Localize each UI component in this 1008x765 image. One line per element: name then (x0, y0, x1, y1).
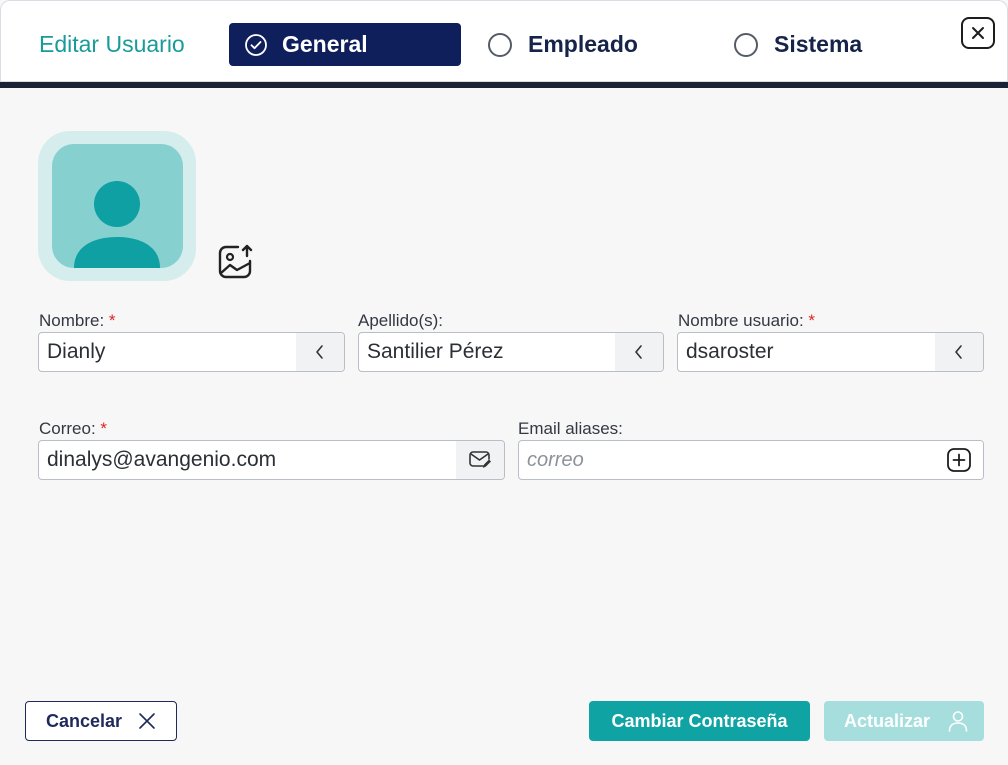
required-mark: * (100, 419, 108, 438)
aliases-label: Email aliases: (518, 419, 623, 439)
close-icon (972, 27, 984, 39)
check-circle-icon (245, 33, 267, 56)
required-mark: * (808, 311, 816, 330)
avatar (52, 144, 183, 268)
change-password-label: Cambiar Contraseña (611, 710, 788, 731)
tab-general[interactable]: General (229, 23, 461, 66)
chevron-left-icon (316, 345, 323, 359)
correo-label: Correo: * (39, 419, 107, 439)
radio-circle-icon (734, 32, 758, 57)
plus-square-icon (947, 448, 971, 472)
correo-addon-button[interactable] (456, 441, 504, 479)
required-mark: * (108, 311, 116, 330)
image-upload-icon[interactable] (216, 243, 256, 281)
usuario-field[interactable]: dsaroster (677, 332, 984, 372)
dialog-header: Editar Usuario General Empleado Sistema (0, 0, 1008, 88)
aliases-label-text: Email aliases: (518, 419, 623, 438)
change-password-button[interactable]: Cambiar Contraseña (589, 701, 810, 741)
chevron-left-icon (955, 345, 962, 359)
apellidos-field[interactable]: Santilier Pérez (358, 332, 664, 372)
close-button[interactable] (961, 17, 995, 49)
aliases-field[interactable]: correo (518, 440, 984, 480)
update-button[interactable]: Actualizar (824, 701, 984, 741)
mail-edit-icon (469, 451, 491, 468)
tab-label: General (282, 31, 368, 57)
tab-sistema[interactable]: Sistema (734, 23, 862, 66)
update-label: Actualizar (843, 710, 931, 731)
nombre-addon-button[interactable] (296, 333, 344, 371)
correo-field[interactable]: dinalys@avangenio.com (38, 440, 505, 480)
apellidos-label-text: Apellido(s): (358, 311, 444, 330)
aliases-placeholder[interactable]: correo (519, 449, 935, 472)
nombre-label: Nombre: * (39, 311, 116, 331)
usuario-value[interactable]: dsaroster (678, 340, 935, 364)
user-silhouette-icon (74, 181, 160, 268)
radio-circle-icon (488, 32, 512, 57)
nombre-value[interactable]: Dianly (39, 340, 296, 364)
tab-empleado[interactable]: Empleado (488, 23, 638, 66)
usuario-addon-button[interactable] (935, 333, 983, 371)
correo-value[interactable]: dinalys@avangenio.com (39, 448, 456, 472)
close-icon (139, 713, 155, 729)
apellidos-label: Apellido(s): (358, 311, 443, 331)
tab-label: Empleado (528, 31, 638, 57)
add-alias-button[interactable] (935, 441, 983, 479)
usuario-label-text: Nombre usuario: (678, 311, 804, 330)
nombre-field[interactable]: Dianly (38, 332, 345, 372)
cancel-label: Cancelar (45, 710, 123, 731)
dialog-title: Editar Usuario (39, 31, 185, 57)
chevron-left-icon (635, 345, 642, 359)
user-icon (948, 711, 968, 732)
cancel-button[interactable]: Cancelar (25, 701, 177, 741)
apellidos-addon-button[interactable] (615, 333, 663, 371)
usuario-label: Nombre usuario: * (678, 311, 815, 331)
nombre-label-text: Nombre: (39, 311, 105, 330)
tab-label: Sistema (774, 31, 863, 57)
apellidos-value[interactable]: Santilier Pérez (359, 340, 615, 364)
correo-label-text: Correo: (39, 419, 96, 438)
